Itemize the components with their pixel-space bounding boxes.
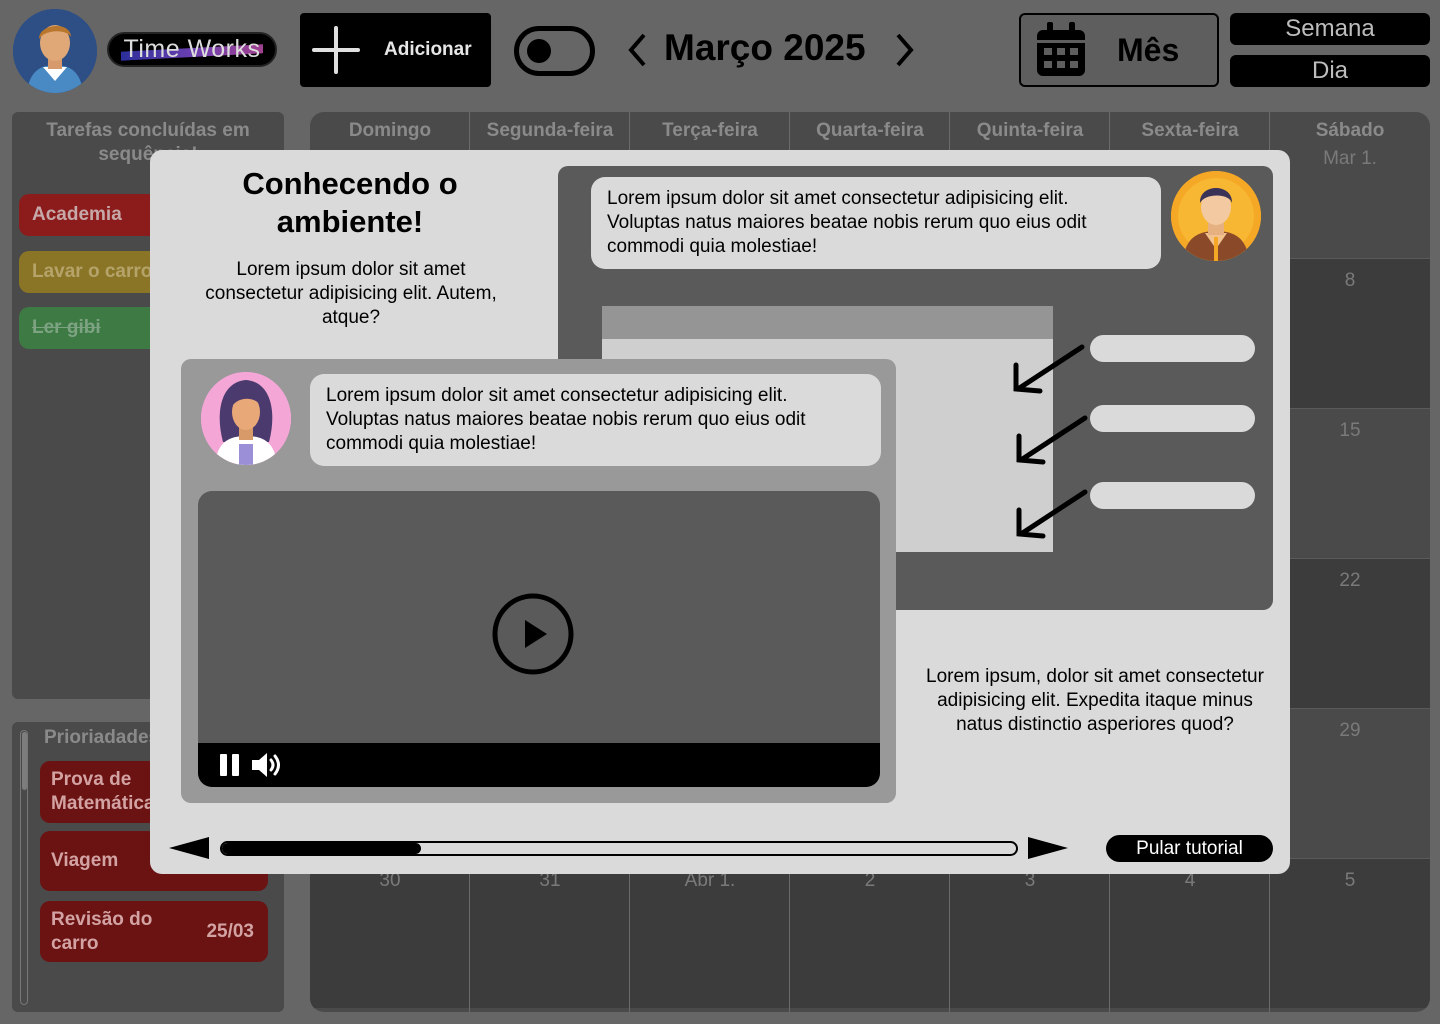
plus-icon	[310, 24, 362, 76]
day-number[interactable]: Mar 1.	[1270, 148, 1430, 170]
tutorial-modal: Conhecendo o ambiente! Lorem ipsum dolor…	[150, 150, 1290, 874]
month-view-label: Mês	[1117, 31, 1180, 68]
volume-icon[interactable]	[250, 751, 284, 779]
pointer-arrow-icon	[1013, 344, 1085, 394]
priorities-scrollbar[interactable]	[20, 730, 28, 1005]
weekday-header: Quarta-feira	[816, 120, 924, 141]
day-number[interactable]: 22	[1270, 570, 1430, 592]
priority-item[interactable]: Revisão do carro 25/03	[40, 901, 268, 962]
theme-toggle[interactable]	[514, 26, 595, 76]
priority-label: Revisão do carro	[51, 908, 153, 954]
weekday-header: Quinta-feira	[976, 120, 1084, 141]
next-month-chevron-icon[interactable]	[888, 30, 918, 70]
add-button-label: Adicionar	[384, 39, 472, 60]
day-view-button[interactable]: Dia	[1230, 55, 1430, 87]
toggle-knob	[527, 39, 551, 63]
previous-step-arrow-icon[interactable]	[169, 836, 211, 860]
user-avatar[interactable]	[13, 9, 97, 93]
calendar-icon	[1037, 22, 1085, 76]
weekday-header: Terça-feira	[662, 120, 758, 141]
video-controls-bar	[198, 743, 880, 787]
placeholder-pill	[1090, 482, 1255, 509]
placeholder-pill	[1090, 335, 1255, 362]
day-number[interactable]: 15	[1270, 420, 1430, 442]
placeholder-pill	[1090, 405, 1255, 432]
tutorial-description: Lorem ipsum, dolor sit amet consectetur …	[926, 666, 1264, 735]
play-icon[interactable]	[491, 592, 575, 676]
next-step-arrow-icon[interactable]	[1026, 836, 1068, 860]
priorities-title: Prioriadades	[44, 727, 160, 748]
tutorial-intro: Lorem ipsum dolor sit amet consectetur a…	[205, 259, 497, 328]
guide-female-avatar	[201, 372, 291, 465]
guide-male-avatar	[1171, 171, 1261, 261]
speech-bubble: Lorem ipsum dolor sit amet consectetur a…	[591, 177, 1161, 269]
weekday-header: Segunda-feira	[486, 120, 614, 141]
add-button[interactable]: Adicionar	[300, 13, 491, 87]
day-number[interactable]: 8	[1270, 270, 1430, 292]
priority-label: Viagem	[51, 850, 119, 871]
skip-tutorial-button[interactable]: Pular tutorial	[1106, 835, 1273, 862]
pointer-arrow-icon	[1016, 489, 1088, 539]
weekday-header: Sábado	[1315, 120, 1385, 141]
tutorial-title: Conhecendo o ambiente!	[242, 166, 458, 239]
tutorial-progress-bar	[220, 841, 1018, 856]
week-view-button[interactable]: Semana	[1230, 13, 1430, 45]
tutorial-video-player[interactable]	[198, 491, 880, 787]
day-number[interactable]: 29	[1270, 720, 1430, 742]
weekday-header: Domingo	[348, 120, 432, 141]
brand-name: Time Works	[123, 35, 261, 63]
pointer-arrow-icon	[1016, 415, 1088, 465]
day-number[interactable]: 5	[1270, 870, 1430, 892]
speech-bubble: Lorem ipsum dolor sit amet consectetur a…	[310, 374, 881, 466]
month-title: Março 2025	[664, 27, 866, 68]
priority-date: 25/03	[206, 920, 254, 942]
scrollbar-thumb[interactable]	[22, 732, 27, 790]
window-titlebar	[602, 306, 1053, 339]
priority-label: Prova de Matemática	[51, 769, 155, 814]
previous-month-chevron-icon[interactable]	[624, 30, 654, 70]
brand-logo: Time Works	[107, 32, 277, 67]
weekday-header: Sexta-feira	[1141, 120, 1239, 141]
tutorial-video-panel: Lorem ipsum dolor sit amet consectetur a…	[181, 359, 896, 803]
tutorial-progress-fill	[222, 843, 421, 854]
pause-icon[interactable]	[218, 753, 242, 777]
month-view-button[interactable]: Mês	[1019, 13, 1219, 87]
